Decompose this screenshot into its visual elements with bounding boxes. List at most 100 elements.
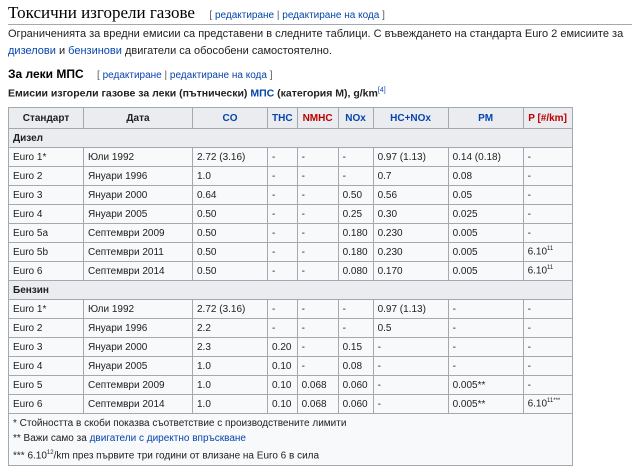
particle-value: 6.10	[527, 265, 548, 277]
table-cell: 0.08	[447, 166, 524, 186]
vehicle-link[interactable]: МПС	[250, 88, 274, 100]
table-cell: Септември 2014	[83, 261, 193, 281]
header-standard: Стандарт	[8, 107, 84, 129]
table-row: Euro 3 Януари 2000 0.64- -0.50 0.56 0.05-	[8, 185, 573, 205]
table-cell: Euro 5	[8, 375, 84, 395]
table-cell: 0.230	[372, 242, 449, 262]
table-cell: -	[447, 356, 524, 376]
table-cell: 0.15	[337, 337, 374, 357]
edit-code-link[interactable]: редактиране на кода	[282, 10, 379, 21]
direct-injection-link[interactable]: двигатели с директно впръскване	[90, 433, 246, 444]
table-cell: 0.30	[372, 204, 449, 224]
subsection-edit-link[interactable]: редактиране	[103, 70, 162, 81]
intro-paragraph: Ограниченията за вредни емисии са предст…	[8, 28, 624, 57]
section-label-diesel: Дизел	[8, 128, 573, 148]
table-cell: -	[267, 204, 298, 224]
table-cell: -	[267, 299, 298, 319]
header-pm[interactable]: PM	[447, 107, 524, 129]
table-cell: 0.50	[192, 223, 268, 243]
table-cell: -	[296, 261, 339, 281]
footnotes: * Стойността в скоби показва съответстви…	[8, 412, 573, 466]
table-cell: 0.64	[192, 185, 268, 205]
table-cell: -	[522, 299, 573, 319]
table-caption: Емисии изгорели газове за леки (пътничес…	[8, 87, 386, 100]
petrol-link[interactable]: бензинови	[68, 45, 122, 57]
table-cell: Януари 2005	[83, 356, 193, 376]
table-cell: Euro 3	[8, 337, 84, 357]
table-cell: 0.08	[337, 356, 374, 376]
table-cell: Euro 1*	[8, 299, 84, 319]
table-cell: -	[522, 147, 573, 167]
table-row: Euro 2 Януари 1996 1.0- - -0.7 0.08-	[8, 166, 573, 186]
table-row: Euro 6 Септември 2014 1.0 0.10 0.068 0.060-0.…	[8, 394, 573, 414]
section-label-petrol: Бензин	[8, 280, 573, 300]
table-cell: -	[522, 204, 573, 224]
table-cell: Януари 1996	[83, 318, 193, 338]
section-row-diesel: Дизел	[8, 128, 573, 148]
table-cell: -	[522, 337, 573, 357]
table-row: Euro 5a Септември 2009 0.50- -0.180 0.230 0.0…	[8, 223, 573, 243]
table-cell: Euro 2	[8, 318, 84, 338]
table-cell: -	[372, 394, 449, 414]
table-cell: -	[372, 337, 449, 357]
subsection-edit-code-link[interactable]: редактиране на кода	[170, 70, 267, 81]
reference-link[interactable]: [4]	[378, 87, 386, 94]
table-row: Euro 1* Юли 1992 2.72 (3.16) - - -0.97 (1.13)…	[8, 299, 573, 319]
table-cell: 0.230	[372, 223, 449, 243]
header-particle-number[interactable]: P [#/km]	[522, 107, 573, 129]
table-cell: 0.05	[447, 185, 524, 205]
header-hc-nox[interactable]: HC+NOx	[372, 107, 449, 129]
table-cell: -	[267, 223, 298, 243]
particle-note-marker: ***	[553, 398, 561, 405]
table-cell: -	[522, 356, 573, 376]
particle-value: 6.10	[527, 398, 548, 410]
header-nmhc[interactable]: NMHC	[296, 107, 339, 129]
subsection-title: За леки МПС	[8, 67, 84, 81]
table-cell: Euro 3	[8, 185, 84, 205]
table-row: Euro 1* Юли 1992 2.72 (3.16) - - -0.97 (1.13)…	[8, 147, 573, 167]
table-cell: 0.50	[192, 242, 268, 262]
table-cell: 0.10	[267, 394, 298, 414]
header-date: Дата	[83, 107, 193, 129]
table-cell: 0.50	[337, 185, 374, 205]
table-cell: Януари 1996	[83, 166, 193, 186]
footnote-1: * Стойността в скоби показва съответстви…	[13, 418, 347, 429]
table-row: Euro 4 Януари 2005 0.50- -0.25 0.30 0.025-	[8, 204, 573, 224]
edit-link[interactable]: редактиране	[215, 10, 274, 21]
table-cell: -	[296, 337, 339, 357]
table-cell: -	[267, 166, 298, 186]
table-cell: -	[447, 299, 524, 319]
table-cell: 1.0	[192, 375, 268, 395]
table-cell: -	[296, 299, 339, 319]
table-row: Euro 2 Януари 1996 2.2- - -0.5- -	[8, 318, 573, 338]
table-cell: 0.10	[267, 356, 298, 376]
table-cell: 0.025	[447, 204, 524, 224]
table-cell: Euro 6	[8, 394, 84, 414]
table-cell: 0.005	[447, 261, 524, 281]
table-cell: -	[296, 318, 339, 338]
table-cell: Септември 2014	[83, 394, 193, 414]
table-cell: Януари 2005	[83, 204, 193, 224]
table-cell: 0.5	[372, 318, 449, 338]
section-row-petrol: Бензин	[8, 280, 573, 300]
table-cell: 0.068	[296, 375, 339, 395]
table-cell: -	[337, 318, 374, 338]
table-cell: -	[522, 185, 573, 205]
header-co[interactable]: CO	[192, 107, 268, 129]
header-thc[interactable]: THC	[267, 107, 298, 129]
header-nox[interactable]: NOx	[337, 107, 374, 129]
table-cell: 0.10	[267, 375, 298, 395]
table-cell: 1.0	[192, 356, 268, 376]
table-cell: Септември 2009	[83, 375, 193, 395]
table-row: Euro 5 Септември 2009 1.0 0.10 0.068 0.060-0.…	[8, 375, 573, 395]
table-cell: Euro 6	[8, 261, 84, 281]
table-cell: Септември 2011	[83, 242, 193, 262]
table-cell: 0.060	[337, 375, 374, 395]
table-cell: 1.0	[192, 394, 268, 414]
table-cell: -	[372, 356, 449, 376]
table-cell: 0.97 (1.13)	[372, 299, 449, 319]
footnote-2: ** Важи само за двигатели с директно впр…	[13, 433, 246, 444]
table-cell: 0.080	[337, 261, 374, 281]
table-cell: 0.14 (0.18)	[447, 147, 524, 167]
diesel-link[interactable]: дизелови	[8, 45, 56, 57]
